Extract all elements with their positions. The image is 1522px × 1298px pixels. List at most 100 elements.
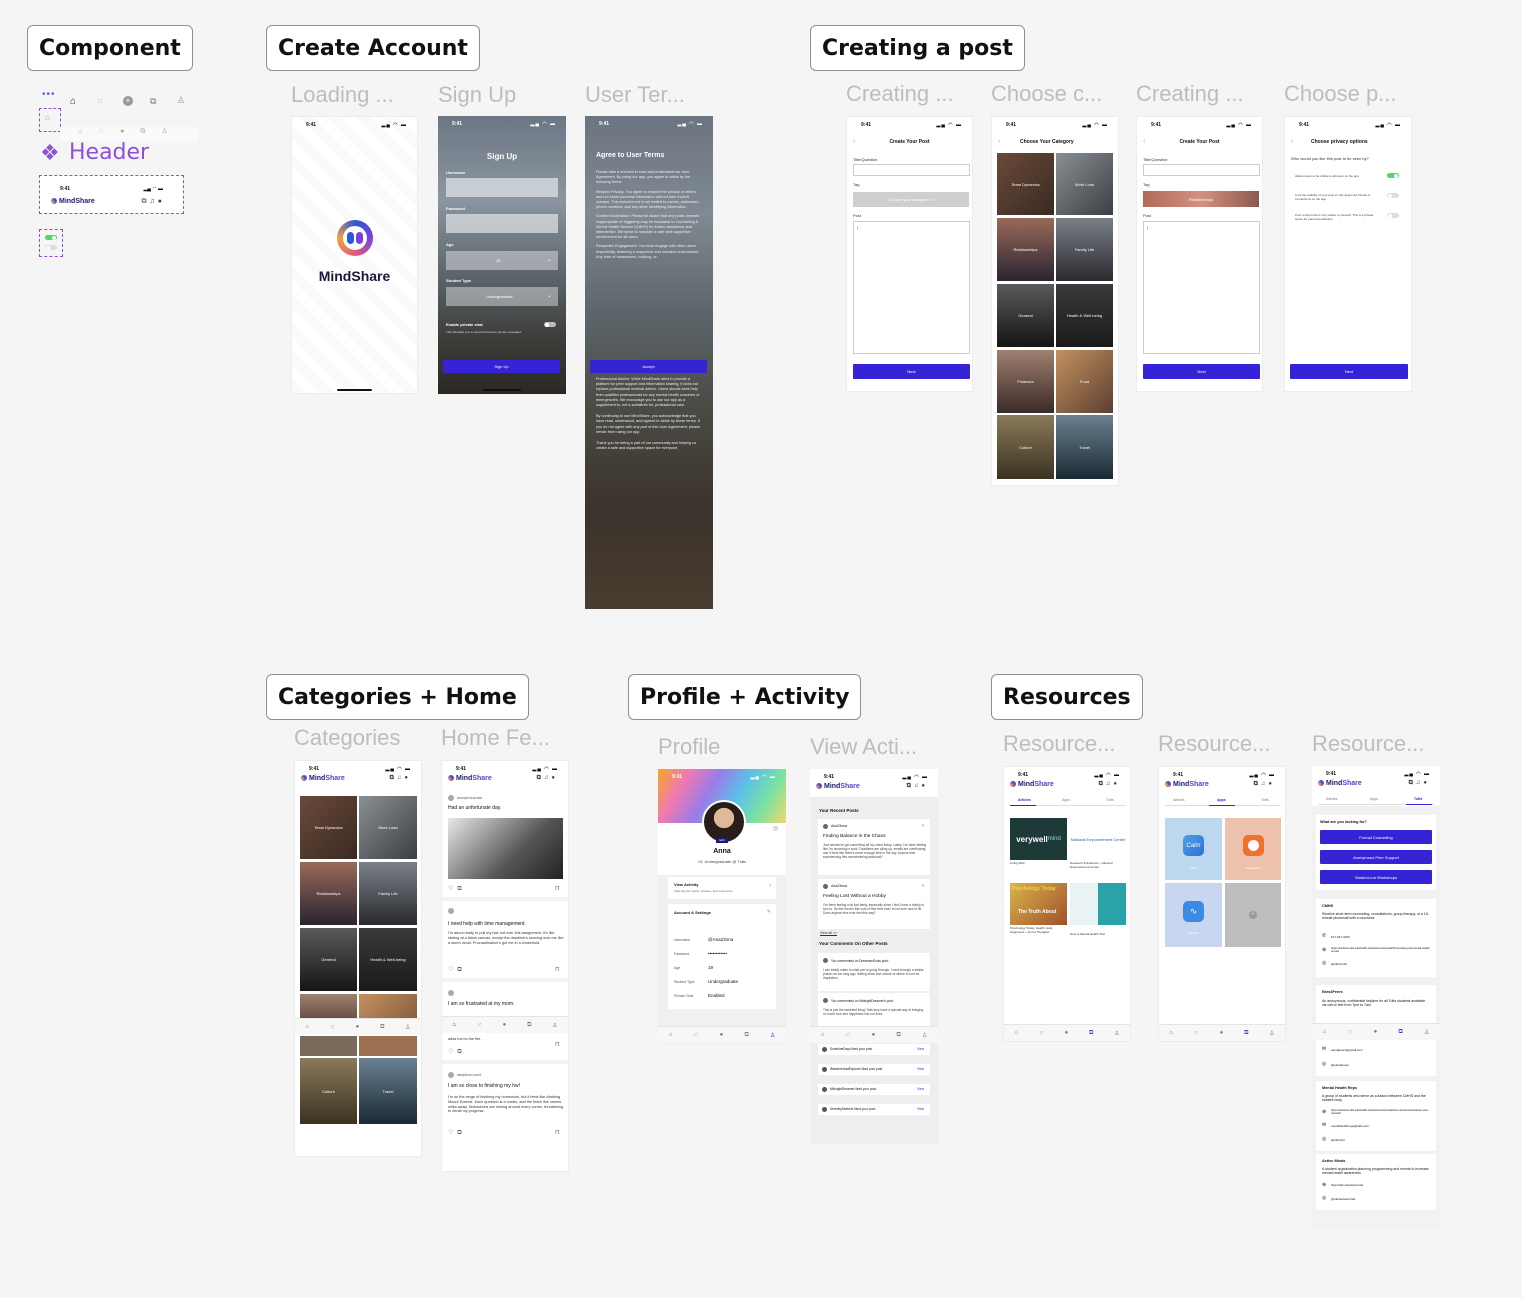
header-icons[interactable]: ⧉♫● xyxy=(390,775,411,782)
category-tile-work-load[interactable]: Work Load xyxy=(359,796,417,859)
nav-chat-icon[interactable]: ⧉ xyxy=(527,1022,531,1029)
like-row[interactable]: WandererlustExplorer liked your post. Vie… xyxy=(818,1064,930,1075)
frame-label-categories[interactable]: Categories xyxy=(294,725,424,751)
next-button[interactable]: Next xyxy=(1143,364,1260,379)
nav-resources-icon[interactable]: ⧉ xyxy=(1089,1030,1093,1037)
formal-counseling-button[interactable]: Formal Counseling xyxy=(1320,830,1432,844)
recent-post-card[interactable]: Ana23nna ✎ Feeling Lost Without a Hobby … xyxy=(818,879,930,929)
tab-apps[interactable]: Apps xyxy=(1062,798,1070,802)
post-actions[interactable]: ♡⧉ xyxy=(448,966,466,974)
bookmark-icon[interactable]: ⊓ xyxy=(555,1041,560,1048)
category-tile-finances[interactable]: Finances xyxy=(997,350,1054,413)
nav-profile-icon[interactable]: ♙ xyxy=(1269,1030,1274,1037)
header-icons[interactable]: ⧉♫● xyxy=(537,775,558,782)
private-chat-toggle[interactable] xyxy=(544,322,556,327)
cmhs-url[interactable]: https://students.tufts.edu/health-wellne… xyxy=(1331,947,1431,953)
nav-grid-icon[interactable]: ⁙ xyxy=(1039,1030,1044,1037)
nav-add-icon[interactable]: ● xyxy=(503,1022,507,1028)
nav-add-icon[interactable]: ● xyxy=(1374,1029,1378,1035)
tab-articles[interactable]: Articles xyxy=(1173,798,1184,802)
edit-icon[interactable]: ✎ xyxy=(767,909,771,915)
view-link[interactable]: View xyxy=(917,1047,924,1051)
nav-add-icon[interactable]: ● xyxy=(1065,1030,1069,1036)
recent-post-card[interactable]: Ana23nna ✎ Finding Balance in the Chaos … xyxy=(818,819,930,875)
nav-add-icon[interactable]: ● xyxy=(720,1032,724,1038)
nav-resources-icon[interactable]: ⧉ xyxy=(1244,1030,1248,1037)
tab-apps[interactable]: Apps xyxy=(1217,798,1226,802)
tab-tufts[interactable]: Tufts xyxy=(1414,797,1422,801)
nav-add-icon[interactable]: ● xyxy=(356,1024,360,1030)
cmhs-phone[interactable]: 617-627-3360 xyxy=(1331,935,1350,939)
frame-label-loading[interactable]: Loading ... xyxy=(291,82,421,108)
view-link[interactable]: View xyxy=(917,1067,924,1071)
nav-resources-icon[interactable]: ⧉ xyxy=(1398,1029,1402,1036)
view-link[interactable]: View xyxy=(917,1107,924,1111)
post-actions[interactable]: ♡⧉ xyxy=(448,885,466,893)
view-link[interactable]: View xyxy=(917,1087,924,1091)
frame-label-profile[interactable]: Profile xyxy=(658,734,788,760)
view-all-link[interactable]: View all >> xyxy=(820,931,837,935)
post-actions[interactable]: ♡⧉ xyxy=(448,1048,466,1056)
bookmark-icon[interactable]: ⊓ xyxy=(555,1129,560,1136)
nav-home-icon[interactable]: ⌂ xyxy=(1014,1030,1018,1036)
article-thumb-nec[interactable]: National Empowerment Center xyxy=(1070,818,1126,860)
nav-home-icon[interactable]: ⌂ xyxy=(821,1032,825,1038)
title-input[interactable] xyxy=(853,164,970,176)
nav-profile-icon[interactable]: ♙ xyxy=(405,1024,410,1031)
privacy-toggle-public[interactable] xyxy=(1387,173,1399,178)
edit-icon[interactable]: ✎ xyxy=(922,823,925,828)
article-thumb-psychology-today[interactable]: Psychology Today The Truth About xyxy=(1010,883,1067,925)
header-icons[interactable]: ⧉♫● xyxy=(1099,781,1120,788)
tab-tufts[interactable]: Tufts xyxy=(1106,798,1114,802)
article-thumb-verywell[interactable]: verywell mind xyxy=(1010,818,1067,860)
peer-support-button[interactable]: Anonymous Peer Support xyxy=(1320,850,1432,864)
frame-label-resource1[interactable]: Resource... xyxy=(1003,731,1133,757)
tag-selected[interactable]: Relationships xyxy=(1143,191,1259,207)
frame-label-creating2[interactable]: Creating ... xyxy=(1136,81,1266,107)
toggle-on[interactable] xyxy=(45,235,57,240)
frame-label-activity[interactable]: View Acti... xyxy=(810,734,940,760)
category-tile-team-dynamics[interactable]: Team Dynamics xyxy=(997,153,1054,215)
nav-chat-icon[interactable]: ⧉ xyxy=(380,1024,384,1031)
e4p-instagram[interactable]: @ears4peers xyxy=(1331,1063,1349,1067)
edit-badge[interactable]: Edit xyxy=(716,838,728,843)
section-label-categories-home[interactable]: Categories + Home xyxy=(266,674,529,720)
tab-articles[interactable]: Articles xyxy=(1326,797,1337,801)
nav-home-icon[interactable]: ⌂ xyxy=(305,1024,309,1030)
section-label-create-account[interactable]: Create Account xyxy=(266,25,480,71)
article-thumb-mha[interactable] xyxy=(1070,883,1126,925)
privacy-toggle-private[interactable] xyxy=(1387,213,1399,218)
category-tile-relationships[interactable]: Relationships xyxy=(997,218,1054,281)
nav-grid-icon[interactable]: ⁙ xyxy=(693,1032,698,1039)
student-type-select[interactable]: Undergraduate ⌄ xyxy=(446,287,558,306)
category-tile-general[interactable]: General xyxy=(997,284,1054,347)
toggle-off[interactable] xyxy=(45,245,57,250)
back-icon[interactable]: ‹ xyxy=(998,138,1000,145)
like-row[interactable]: SunshineDays liked your post. View xyxy=(818,1044,930,1055)
category-tile-team-dynamics[interactable]: Team Dynamics xyxy=(300,796,357,859)
nav-chat-icon[interactable]: ⧉ xyxy=(744,1032,748,1039)
frame-label-choose-category[interactable]: Choose c... xyxy=(991,81,1121,107)
cmhs-instagram[interactable]: @tuftscmhs xyxy=(1331,962,1347,966)
category-tile-work-load[interactable]: Work Load xyxy=(1056,153,1113,215)
nav-profile-icon[interactable]: ♙ xyxy=(1424,1029,1429,1036)
category-tile-finances-lower[interactable] xyxy=(300,1036,357,1056)
frame-label-resource2[interactable]: Resource... xyxy=(1158,731,1288,757)
next-button[interactable]: Next xyxy=(853,364,970,379)
am-instagram[interactable]: @tuftsactiveminds xyxy=(1331,1197,1356,1201)
category-tile-culture[interactable]: Culture xyxy=(300,1058,357,1124)
category-tile-food[interactable] xyxy=(359,994,417,1018)
bookmark-icon[interactable]: ⊓ xyxy=(555,885,560,892)
header-icons[interactable]: ⧉♫● xyxy=(1409,780,1430,787)
header-icons[interactable]: ⧉♫● xyxy=(907,783,928,790)
header-component-frame[interactable]: 9:41 ▂▄ ◠ ▬ MindShare ⧉♫● xyxy=(39,175,184,214)
frame-label-creating1[interactable]: Creating ... xyxy=(846,81,976,107)
post-actions[interactable]: ♡⧉ xyxy=(448,1129,466,1137)
accept-button[interactable]: Accept xyxy=(590,360,707,373)
privacy-toggle-friends[interactable] xyxy=(1387,193,1399,198)
view-activity-card[interactable]: View Activity View all your posts, upvot… xyxy=(668,877,776,899)
section-label-component[interactable]: Component xyxy=(27,25,193,71)
frame-label-resource3[interactable]: Resource... xyxy=(1312,731,1442,757)
nav-grid-icon[interactable]: ⁙ xyxy=(845,1032,850,1039)
category-tile-health[interactable]: Health & Well-being xyxy=(1056,284,1113,347)
